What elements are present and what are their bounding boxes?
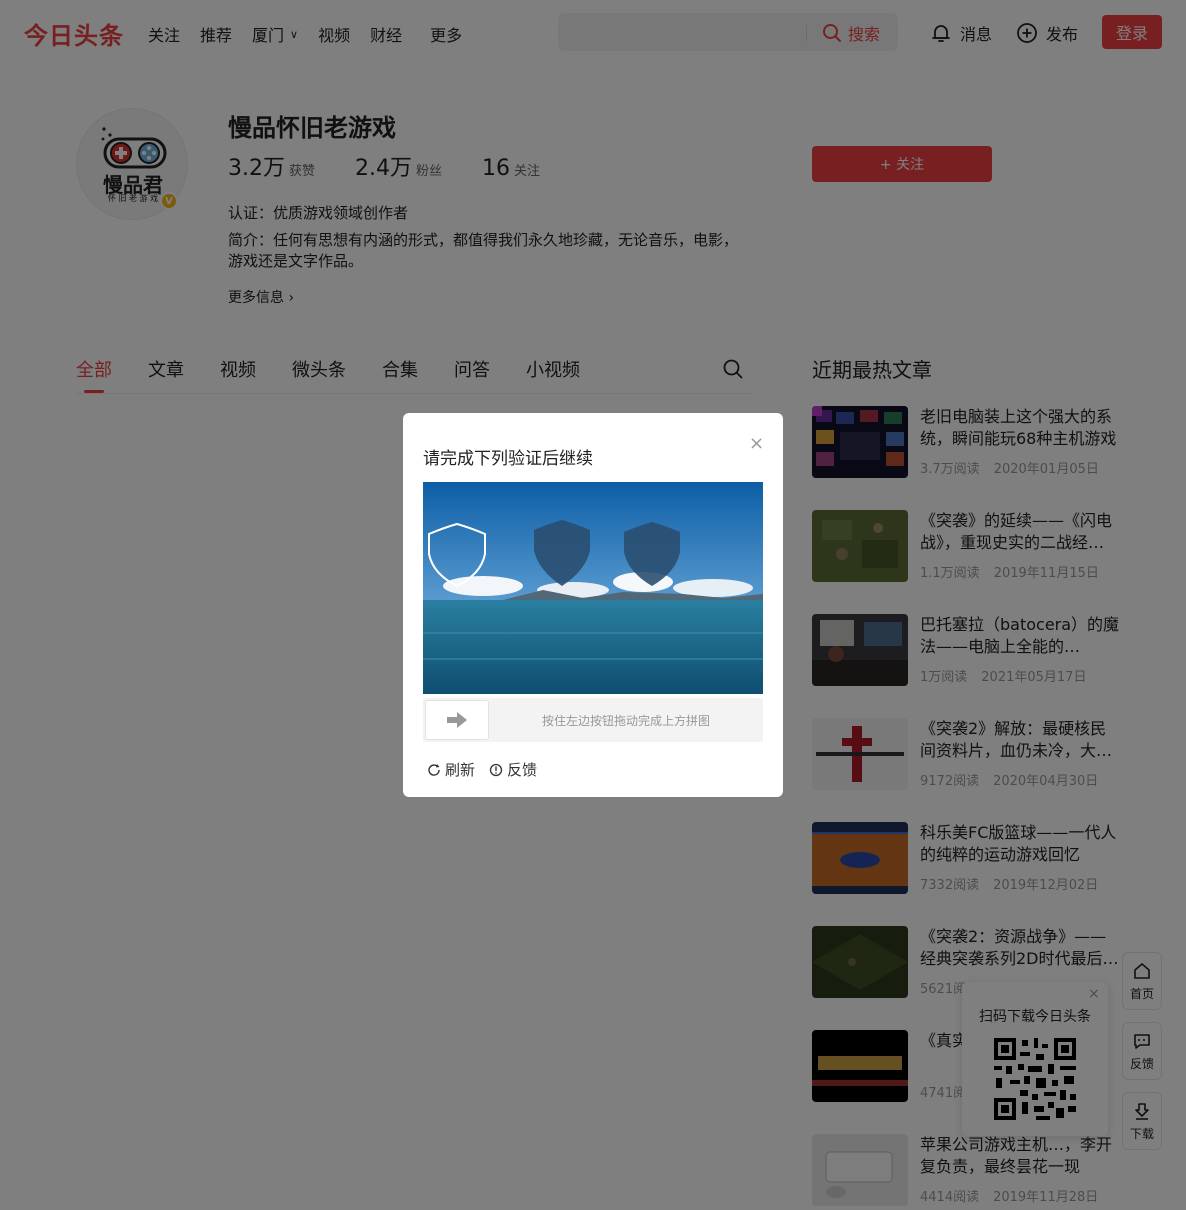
captcha-modal: 请完成下列验证后继续 × 按住左边按钮拖动完成上方拼图 刷新 反馈 — [403, 413, 783, 797]
captcha-feedback-button[interactable]: 反馈 — [489, 759, 537, 780]
slider-handle[interactable] — [425, 700, 489, 740]
info-circle-icon — [489, 763, 503, 776]
captcha-feedback-label: 反馈 — [507, 761, 538, 779]
refresh-icon — [428, 763, 440, 776]
slider-hint: 按住左边按钮拖动完成上方拼图 — [541, 713, 710, 728]
modal-title: 请完成下列验证后继续 — [423, 449, 593, 469]
captcha-puzzle-image — [423, 482, 763, 694]
captcha-slider-track: 按住左边按钮拖动完成上方拼图 — [423, 698, 763, 742]
close-icon[interactable]: × — [749, 433, 764, 454]
arrow-right-icon — [447, 712, 467, 728]
refresh-label: 刷新 — [445, 761, 476, 779]
refresh-button[interactable]: 刷新 — [427, 759, 475, 780]
modal-actions: 刷新 反馈 — [427, 759, 551, 780]
